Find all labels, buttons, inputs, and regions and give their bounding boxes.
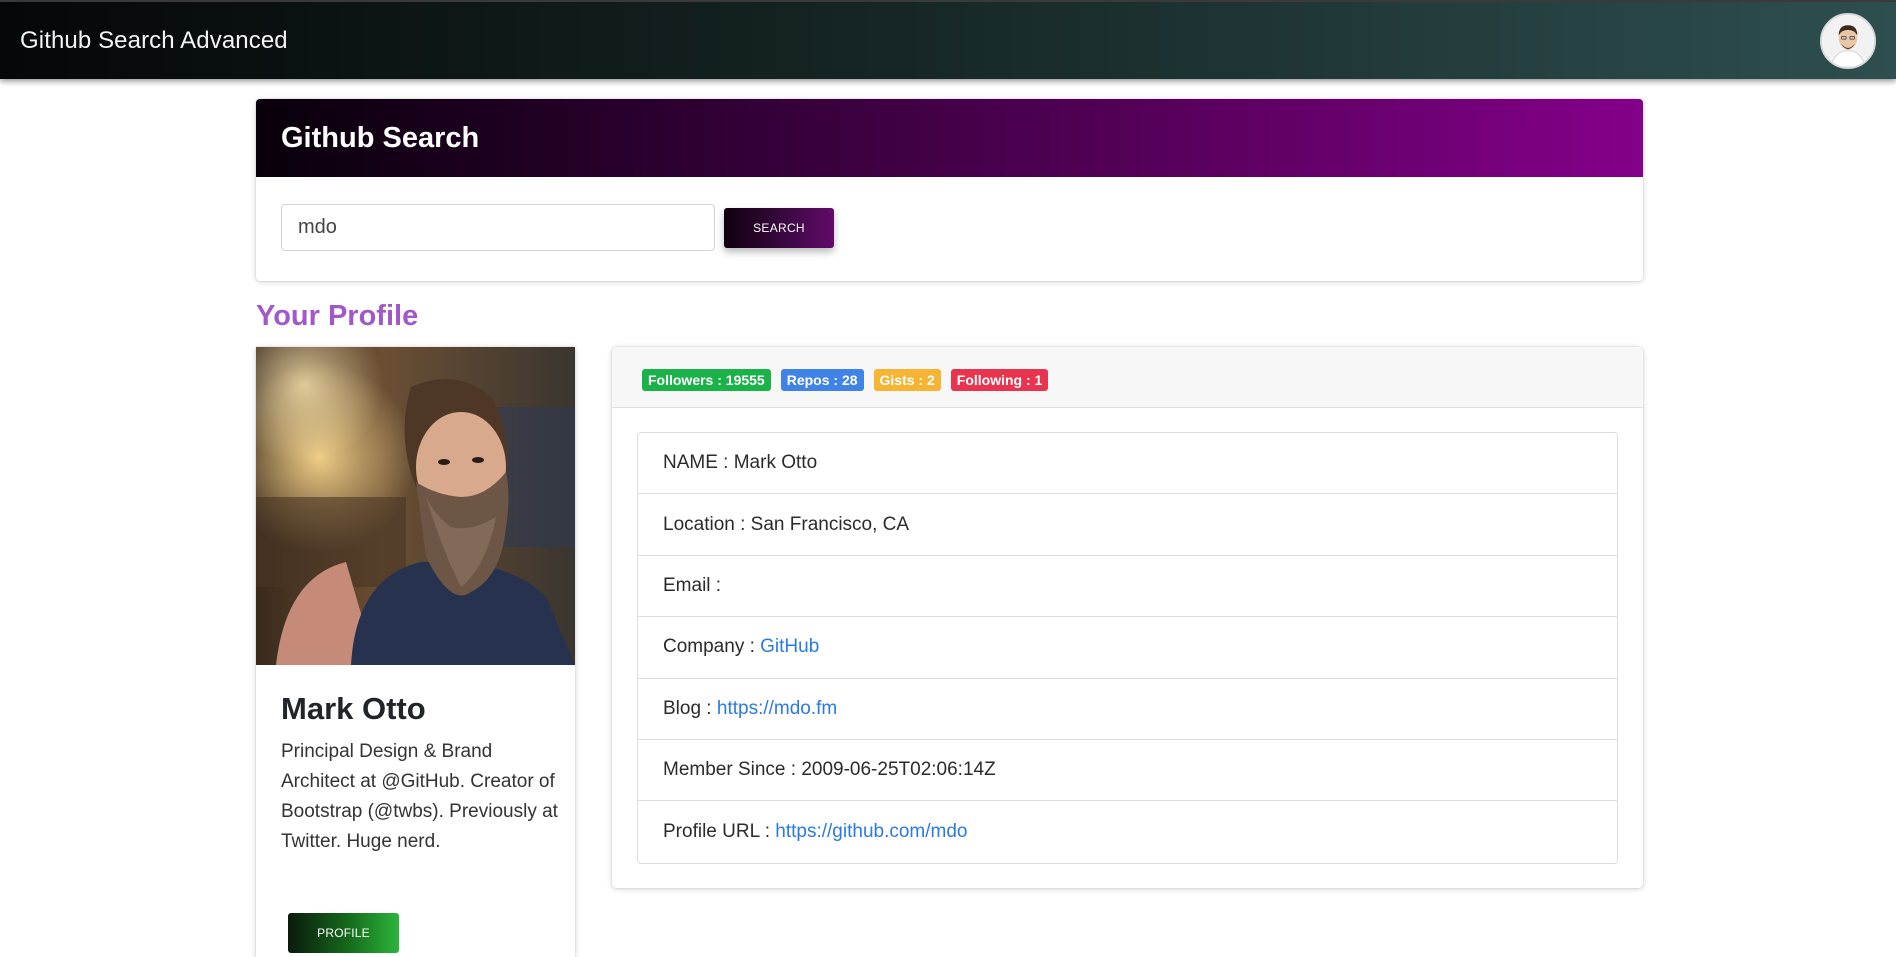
following-badge: Following : 1 <box>950 369 1049 391</box>
user-avatar-icon[interactable] <box>1820 12 1876 69</box>
top-navbar: Github Search Advanced <box>0 0 1896 79</box>
search-card-header: Github Search <box>256 99 1643 177</box>
followers-badge: Followers : 19555 <box>642 369 771 391</box>
details-list: NAME : Mark Otto Location : San Francisc… <box>637 432 1618 864</box>
detail-email-label: Email : <box>663 574 727 596</box>
stats-badges: Followers : 19555 Repos : 28 Gists : 2 F… <box>612 347 1643 408</box>
profile-section-heading: Your Profile <box>256 300 419 332</box>
search-button[interactable]: SEARCH <box>724 207 834 248</box>
repos-badge: Repos : 28 <box>780 369 864 391</box>
detail-name-label: NAME : <box>663 452 734 474</box>
detail-name: NAME : Mark Otto <box>638 433 1617 495</box>
profile-photo <box>256 347 575 665</box>
gists-badge: Gists : 2 <box>873 369 941 391</box>
search-title: Github Search <box>281 121 480 154</box>
profile-name: Mark Otto <box>281 691 426 726</box>
search-card: Github Search SEARCH <box>256 99 1643 281</box>
detail-member-since-label: Member Since : <box>663 759 802 781</box>
company-link[interactable]: GitHub <box>760 636 819 658</box>
detail-company-label: Company : <box>663 636 761 658</box>
profile-card: Mark Otto Principal Design & Brand Archi… <box>256 347 575 957</box>
detail-location: Location : San Francisco, CA <box>638 494 1617 556</box>
detail-name-value: Mark Otto <box>733 452 818 474</box>
detail-member-since-value: 2009-06-25T02:06:14Z <box>801 759 996 781</box>
detail-blog: Blog : https://mdo.fm <box>638 679 1617 740</box>
profile-details-card: Followers : 19555 Repos : 28 Gists : 2 F… <box>612 347 1643 888</box>
detail-email: Email : <box>638 556 1617 618</box>
blog-link[interactable]: https://mdo.fm <box>717 698 837 720</box>
profile-url-link[interactable]: https://github.com/mdo <box>775 821 967 843</box>
detail-profile-url: Profile URL : https://github.com/mdo <box>638 801 1617 862</box>
detail-location-label: Location : <box>663 513 751 535</box>
detail-location-value: San Francisco, CA <box>750 513 910 535</box>
view-profile-button[interactable]: PROFILE <box>288 913 399 953</box>
profile-bio: Principal Design & Brand Architect at @G… <box>281 741 558 852</box>
detail-member-since: Member Since : 2009-06-25T02:06:14Z <box>638 740 1617 802</box>
search-form: SEARCH <box>256 177 1643 251</box>
detail-profile-url-label: Profile URL : <box>663 821 776 843</box>
search-input[interactable] <box>281 204 715 251</box>
detail-company: Company : GitHub <box>638 617 1617 679</box>
navbar-brand[interactable]: Github Search Advanced <box>20 27 288 55</box>
detail-blog-label: Blog : <box>663 697 717 719</box>
